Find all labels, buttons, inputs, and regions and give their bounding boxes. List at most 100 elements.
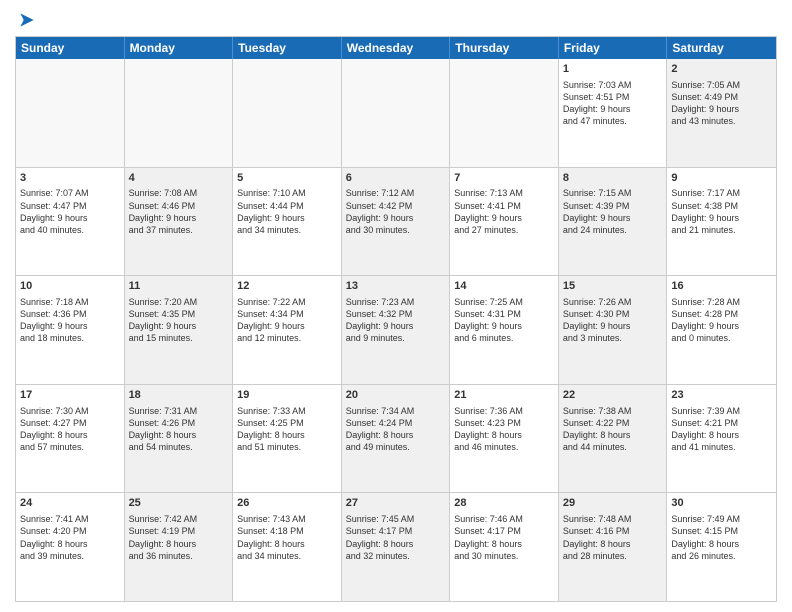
day-info-text: Sunrise: 7:12 AM bbox=[346, 187, 446, 199]
day-info-text: Sunrise: 7:43 AM bbox=[237, 513, 337, 525]
day-number-7: 7 bbox=[454, 171, 554, 186]
day-info-text: Sunrise: 7:07 AM bbox=[20, 187, 120, 199]
day-info-text: Sunrise: 7:25 AM bbox=[454, 296, 554, 308]
calendar-row-4: 24Sunrise: 7:41 AMSunset: 4:20 PMDayligh… bbox=[16, 492, 776, 601]
day-info-text: Sunset: 4:23 PM bbox=[454, 417, 554, 429]
day-info-text: Daylight: 9 hours bbox=[454, 320, 554, 332]
logo bbox=[15, 10, 37, 30]
day-info-text: Daylight: 9 hours bbox=[237, 212, 337, 224]
day-info-text: Daylight: 8 hours bbox=[20, 429, 120, 441]
day-info-text: Sunrise: 7:38 AM bbox=[563, 405, 663, 417]
day-info-text: Daylight: 8 hours bbox=[454, 538, 554, 550]
day-cell-1: 1Sunrise: 7:03 AMSunset: 4:51 PMDaylight… bbox=[559, 59, 668, 167]
page: SundayMondayTuesdayWednesdayThursdayFrid… bbox=[0, 0, 792, 612]
day-info-text: Sunset: 4:26 PM bbox=[129, 417, 229, 429]
day-number-29: 29 bbox=[563, 496, 663, 511]
day-cell-20: 20Sunrise: 7:34 AMSunset: 4:24 PMDayligh… bbox=[342, 385, 451, 493]
day-info-text: and 27 minutes. bbox=[454, 224, 554, 236]
day-info-text: Daylight: 9 hours bbox=[20, 212, 120, 224]
day-info-text: Sunrise: 7:13 AM bbox=[454, 187, 554, 199]
day-number-27: 27 bbox=[346, 496, 446, 511]
day-info-text: Sunset: 4:34 PM bbox=[237, 308, 337, 320]
day-info-text: and 28 minutes. bbox=[563, 550, 663, 562]
day-info-text: and 39 minutes. bbox=[20, 550, 120, 562]
calendar-row-3: 17Sunrise: 7:30 AMSunset: 4:27 PMDayligh… bbox=[16, 384, 776, 493]
day-info-text: Sunset: 4:35 PM bbox=[129, 308, 229, 320]
day-info-text: Daylight: 9 hours bbox=[671, 320, 772, 332]
day-number-25: 25 bbox=[129, 496, 229, 511]
day-info-text: Daylight: 8 hours bbox=[563, 429, 663, 441]
day-info-text: Sunset: 4:20 PM bbox=[20, 525, 120, 537]
day-info-text: Sunrise: 7:05 AM bbox=[671, 79, 772, 91]
day-number-5: 5 bbox=[237, 171, 337, 186]
day-info-text: and 36 minutes. bbox=[129, 550, 229, 562]
day-number-16: 16 bbox=[671, 279, 772, 294]
day-cell-19: 19Sunrise: 7:33 AMSunset: 4:25 PMDayligh… bbox=[233, 385, 342, 493]
day-info-text: Sunrise: 7:48 AM bbox=[563, 513, 663, 525]
day-info-text: and 12 minutes. bbox=[237, 332, 337, 344]
day-number-23: 23 bbox=[671, 388, 772, 403]
weekday-header-monday: Monday bbox=[125, 37, 234, 59]
day-info-text: Sunset: 4:27 PM bbox=[20, 417, 120, 429]
empty-cell-0-3 bbox=[342, 59, 451, 167]
day-cell-7: 7Sunrise: 7:13 AMSunset: 4:41 PMDaylight… bbox=[450, 168, 559, 276]
day-number-10: 10 bbox=[20, 279, 120, 294]
day-info-text: Sunset: 4:17 PM bbox=[346, 525, 446, 537]
day-info-text: Sunset: 4:47 PM bbox=[20, 200, 120, 212]
day-info-text: Sunset: 4:30 PM bbox=[563, 308, 663, 320]
day-number-26: 26 bbox=[237, 496, 337, 511]
day-number-15: 15 bbox=[563, 279, 663, 294]
day-cell-6: 6Sunrise: 7:12 AMSunset: 4:42 PMDaylight… bbox=[342, 168, 451, 276]
day-info-text: and 32 minutes. bbox=[346, 550, 446, 562]
day-info-text: and 0 minutes. bbox=[671, 332, 772, 344]
day-info-text: Sunrise: 7:28 AM bbox=[671, 296, 772, 308]
day-cell-15: 15Sunrise: 7:26 AMSunset: 4:30 PMDayligh… bbox=[559, 276, 668, 384]
day-info-text: and 6 minutes. bbox=[454, 332, 554, 344]
day-info-text: Sunrise: 7:49 AM bbox=[671, 513, 772, 525]
day-cell-8: 8Sunrise: 7:15 AMSunset: 4:39 PMDaylight… bbox=[559, 168, 668, 276]
day-info-text: Sunset: 4:25 PM bbox=[237, 417, 337, 429]
day-info-text: Sunrise: 7:08 AM bbox=[129, 187, 229, 199]
day-number-13: 13 bbox=[346, 279, 446, 294]
day-info-text: and 3 minutes. bbox=[563, 332, 663, 344]
day-number-19: 19 bbox=[237, 388, 337, 403]
day-info-text: Sunset: 4:42 PM bbox=[346, 200, 446, 212]
day-info-text: Sunset: 4:17 PM bbox=[454, 525, 554, 537]
calendar-header: SundayMondayTuesdayWednesdayThursdayFrid… bbox=[16, 37, 776, 59]
weekday-header-friday: Friday bbox=[559, 37, 668, 59]
day-number-14: 14 bbox=[454, 279, 554, 294]
day-info-text: Sunset: 4:36 PM bbox=[20, 308, 120, 320]
weekday-header-saturday: Saturday bbox=[667, 37, 776, 59]
day-info-text: Daylight: 8 hours bbox=[671, 538, 772, 550]
day-info-text: Sunset: 4:28 PM bbox=[671, 308, 772, 320]
day-info-text: Sunrise: 7:18 AM bbox=[20, 296, 120, 308]
logo-arrow-icon bbox=[17, 10, 37, 30]
day-info-text: and 54 minutes. bbox=[129, 441, 229, 453]
day-cell-12: 12Sunrise: 7:22 AMSunset: 4:34 PMDayligh… bbox=[233, 276, 342, 384]
day-cell-23: 23Sunrise: 7:39 AMSunset: 4:21 PMDayligh… bbox=[667, 385, 776, 493]
day-info-text: Daylight: 9 hours bbox=[20, 320, 120, 332]
day-cell-14: 14 Sunrise: 7:25 AMSunset: 4:31 PMDayligh… bbox=[450, 276, 559, 384]
day-number-9: 9 bbox=[671, 171, 772, 186]
day-info-text: Sunrise: 7:41 AM bbox=[20, 513, 120, 525]
day-info-text: and 47 minutes. bbox=[563, 115, 663, 127]
day-info-text: and 43 minutes. bbox=[671, 115, 772, 127]
day-info-text: Sunset: 4:41 PM bbox=[454, 200, 554, 212]
day-info-text: Sunset: 4:31 PM bbox=[454, 308, 554, 320]
day-info-text: Daylight: 9 hours bbox=[563, 212, 663, 224]
day-info-text: Sunset: 4:49 PM bbox=[671, 91, 772, 103]
day-info-text: Daylight: 8 hours bbox=[237, 538, 337, 550]
day-cell-9: 9Sunrise: 7:17 AMSunset: 4:38 PMDaylight… bbox=[667, 168, 776, 276]
day-info-text: Daylight: 9 hours bbox=[346, 212, 446, 224]
calendar: SundayMondayTuesdayWednesdayThursdayFrid… bbox=[15, 36, 777, 602]
day-info-text: Sunset: 4:44 PM bbox=[237, 200, 337, 212]
day-info-text: Daylight: 9 hours bbox=[237, 320, 337, 332]
day-info-text: and 15 minutes. bbox=[129, 332, 229, 344]
day-cell-10: 10 Sunrise: 7:18 AMSunset: 4:36 PMDayligh… bbox=[16, 276, 125, 384]
day-info-text: Daylight: 9 hours bbox=[671, 212, 772, 224]
day-info-text: and 51 minutes. bbox=[237, 441, 337, 453]
calendar-row-1: 3Sunrise: 7:07 AMSunset: 4:47 PMDaylight… bbox=[16, 167, 776, 276]
day-info-text: Sunset: 4:51 PM bbox=[563, 91, 663, 103]
day-cell-4: 4Sunrise: 7:08 AMSunset: 4:46 PMDaylight… bbox=[125, 168, 234, 276]
weekday-header-thursday: Thursday bbox=[450, 37, 559, 59]
